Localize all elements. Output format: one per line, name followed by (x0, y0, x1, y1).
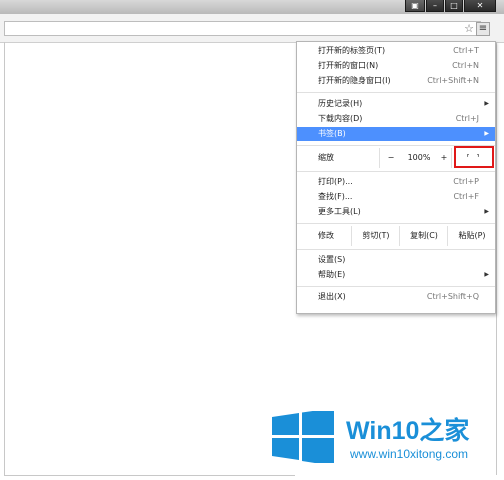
menu-item-label: 打开新的窗口(N) (318, 61, 379, 70)
windows-logo-icon (272, 411, 334, 463)
submenu-arrow-icon: ▶ (484, 100, 489, 107)
submenu-arrow-icon: ▶ (484, 271, 489, 278)
page-content-area (4, 42, 295, 476)
edit-label: 修改 (318, 231, 334, 240)
copy-button[interactable]: 复制(C) (399, 226, 448, 246)
watermark-brand: Win10之家 (346, 411, 469, 447)
watermark: Win10之家 www.win10xitong.com (272, 405, 504, 467)
cut-button[interactable]: 剪切(T) (351, 226, 400, 246)
menu-separator (297, 171, 495, 172)
menu-item-shortcut: Ctrl+Shift+Q (426, 292, 479, 301)
menu-item-label: 设置(S) (318, 255, 346, 264)
menu-item-new-tab[interactable]: 打开新的标签页(T) Ctrl+T (297, 44, 495, 58)
menu-separator (297, 286, 495, 287)
paste-button[interactable]: 粘贴(P) (447, 226, 496, 246)
menu-item-bookmarks[interactable]: 书签(B) ▶ (297, 127, 495, 141)
menu-item-history[interactable]: 历史记录(H) ▶ (297, 97, 495, 111)
watermark-brand-main: Win10 (346, 417, 420, 445)
browser-toolbar: ☆ (0, 14, 504, 43)
menu-item-help[interactable]: 帮助(E) ▶ (297, 268, 495, 282)
zoom-label: 缩放 (318, 153, 334, 162)
maximize-button[interactable]: □ (445, 0, 463, 12)
menu-item-label: 下载内容(D) (318, 114, 363, 123)
zoom-level: 100% (407, 153, 431, 162)
menu-item-more-tools[interactable]: 更多工具(L) ▶ (297, 205, 495, 219)
address-bar[interactable]: ☆ (4, 21, 481, 36)
menu-item-label: 查找(F)... (318, 192, 353, 201)
fullscreen-highlight-box (454, 146, 494, 168)
menu-item-exit[interactable]: 退出(X) Ctrl+Shift+Q (297, 290, 495, 304)
browser-main-menu: 打开新的标签页(T) Ctrl+T 打开新的窗口(N) Ctrl+N 打开新的隐… (296, 41, 496, 314)
menu-item-downloads[interactable]: 下载内容(D) Ctrl+J (297, 112, 495, 126)
profile-button[interactable]: ⁠▣ (405, 0, 425, 12)
menu-item-label: 退出(X) (318, 292, 346, 301)
menu-separator (297, 249, 495, 250)
window-title-bar: ⁠▣ – □ ✕ (0, 0, 504, 14)
menu-edit-row: 修改 剪切(T) 复制(C) 粘贴(P) (297, 226, 495, 246)
zoom-in-button[interactable]: + (437, 148, 451, 168)
window-controls: ⁠▣ – □ ✕ (404, 0, 496, 14)
menu-item-settings[interactable]: 设置(S) (297, 253, 495, 267)
menu-item-label: 打开新的隐身窗口(I) (318, 76, 391, 85)
zoom-out-button[interactable]: − (379, 148, 402, 168)
menu-item-label: 帮助(E) (318, 270, 346, 279)
menu-item-print[interactable]: 打印(P)... Ctrl+P (297, 175, 495, 189)
menu-item-shortcut: Ctrl+N (452, 61, 479, 70)
submenu-arrow-icon: ▶ (484, 130, 489, 137)
watermark-url: www.win10xitong.com (350, 447, 469, 461)
menu-item-label: 书签(B) (318, 129, 346, 138)
menu-item-shortcut: Ctrl+F (453, 192, 479, 201)
menu-item-new-window[interactable]: 打开新的窗口(N) Ctrl+N (297, 59, 495, 73)
menu-item-label: 打印(P)... (318, 177, 353, 186)
hamburger-menu-icon[interactable]: ≡ (476, 22, 490, 36)
menu-item-shortcut: Ctrl+J (455, 114, 479, 123)
menu-item-new-incognito[interactable]: 打开新的隐身窗口(I) Ctrl+Shift+N (297, 74, 495, 88)
menu-separator (297, 223, 495, 224)
menu-item-shortcut: Ctrl+T (453, 46, 479, 55)
minimize-button[interactable]: – (426, 0, 444, 12)
menu-item-shortcut: Ctrl+P (453, 177, 479, 186)
menu-item-shortcut: Ctrl+Shift+N (427, 76, 479, 85)
menu-item-label: 历史记录(H) (318, 99, 363, 108)
menu-item-label: 打开新的标签页(T) (318, 46, 386, 55)
menu-item-find[interactable]: 查找(F)... Ctrl+F (297, 190, 495, 204)
close-button[interactable]: ✕ (464, 0, 496, 12)
watermark-brand-accent: 之家 (419, 417, 470, 445)
submenu-arrow-icon: ▶ (484, 208, 489, 215)
menu-item-label: 更多工具(L) (318, 207, 361, 216)
menu-separator (297, 92, 495, 93)
star-icon[interactable]: ☆ (464, 23, 474, 35)
